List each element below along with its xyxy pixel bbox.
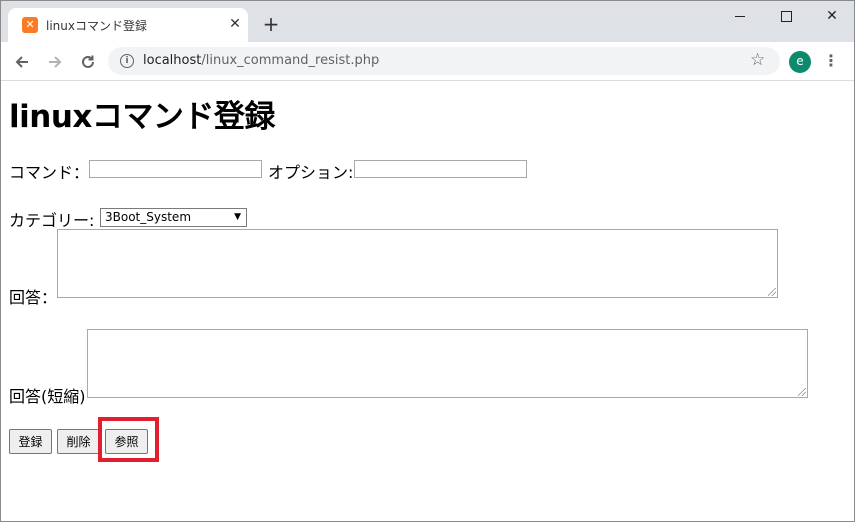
forward-button[interactable]	[43, 50, 67, 74]
command-label: コマンド：	[9, 163, 90, 182]
url-host: localhost	[143, 53, 202, 68]
highlight-box	[98, 417, 159, 462]
url-text: localhost/linux_command_resist.php	[143, 53, 379, 68]
browser-titlebar: ✕ linuxコマンド登録 ✕ + ✕	[0, 0, 855, 42]
new-tab-icon[interactable]: +	[261, 14, 281, 34]
arrow-right-icon	[49, 56, 62, 68]
answer-label: 回答：	[9, 288, 58, 307]
answer-textarea[interactable]	[57, 229, 778, 298]
tab-close-icon[interactable]: ✕	[226, 15, 244, 33]
maximize-icon	[780, 10, 792, 22]
option-input[interactable]	[354, 160, 527, 178]
minimize-icon	[735, 15, 745, 17]
arrow-left-icon	[15, 56, 28, 68]
category-selected-value: 3Boot_System	[105, 210, 192, 224]
minimize-button[interactable]	[717, 4, 763, 28]
dropdown-arrow-icon: ▼	[234, 212, 241, 222]
browser-tab[interactable]: ✕ linuxコマンド登録 ✕	[8, 8, 248, 42]
resize-grip-icon[interactable]	[768, 288, 776, 296]
back-button[interactable]	[10, 50, 34, 74]
info-icon[interactable]: i	[120, 54, 134, 68]
kebab-menu-icon[interactable]: ⋮	[823, 50, 839, 72]
short-answer-textarea[interactable]	[87, 329, 808, 398]
tab-title: linuxコマンド登録	[46, 19, 147, 33]
category-select[interactable]: 3Boot_System ▼	[100, 208, 247, 227]
resize-grip-icon[interactable]	[798, 388, 806, 396]
url-path: /linux_command_resist.php	[201, 53, 380, 68]
close-icon: ✕	[826, 8, 838, 24]
delete-button[interactable]: 削除	[57, 429, 100, 454]
category-label: カテゴリー:	[9, 211, 95, 230]
short-answer-label: 回答(短縮)	[9, 387, 86, 406]
address-bar[interactable]: i localhost/linux_command_resist.php ☆	[108, 47, 780, 75]
reload-button[interactable]	[76, 50, 100, 74]
browser-toolbar: i localhost/linux_command_resist.php ☆ e…	[0, 42, 855, 81]
xampp-icon: ✕	[22, 17, 38, 33]
register-button[interactable]: 登録	[9, 429, 52, 454]
profile-avatar[interactable]: e	[789, 51, 811, 73]
maximize-button[interactable]	[763, 4, 809, 28]
bookmark-star-icon[interactable]: ☆	[750, 50, 765, 70]
reload-icon	[82, 55, 94, 68]
page-content: linuxコマンド登録 コマンド： オプション: カテゴリー: 3Boot_Sy…	[0, 81, 855, 522]
window-close-button[interactable]: ✕	[809, 4, 855, 28]
option-label: オプション:	[268, 163, 354, 182]
page-title: linuxコマンド登録	[9, 99, 275, 135]
command-input[interactable]	[89, 160, 262, 178]
